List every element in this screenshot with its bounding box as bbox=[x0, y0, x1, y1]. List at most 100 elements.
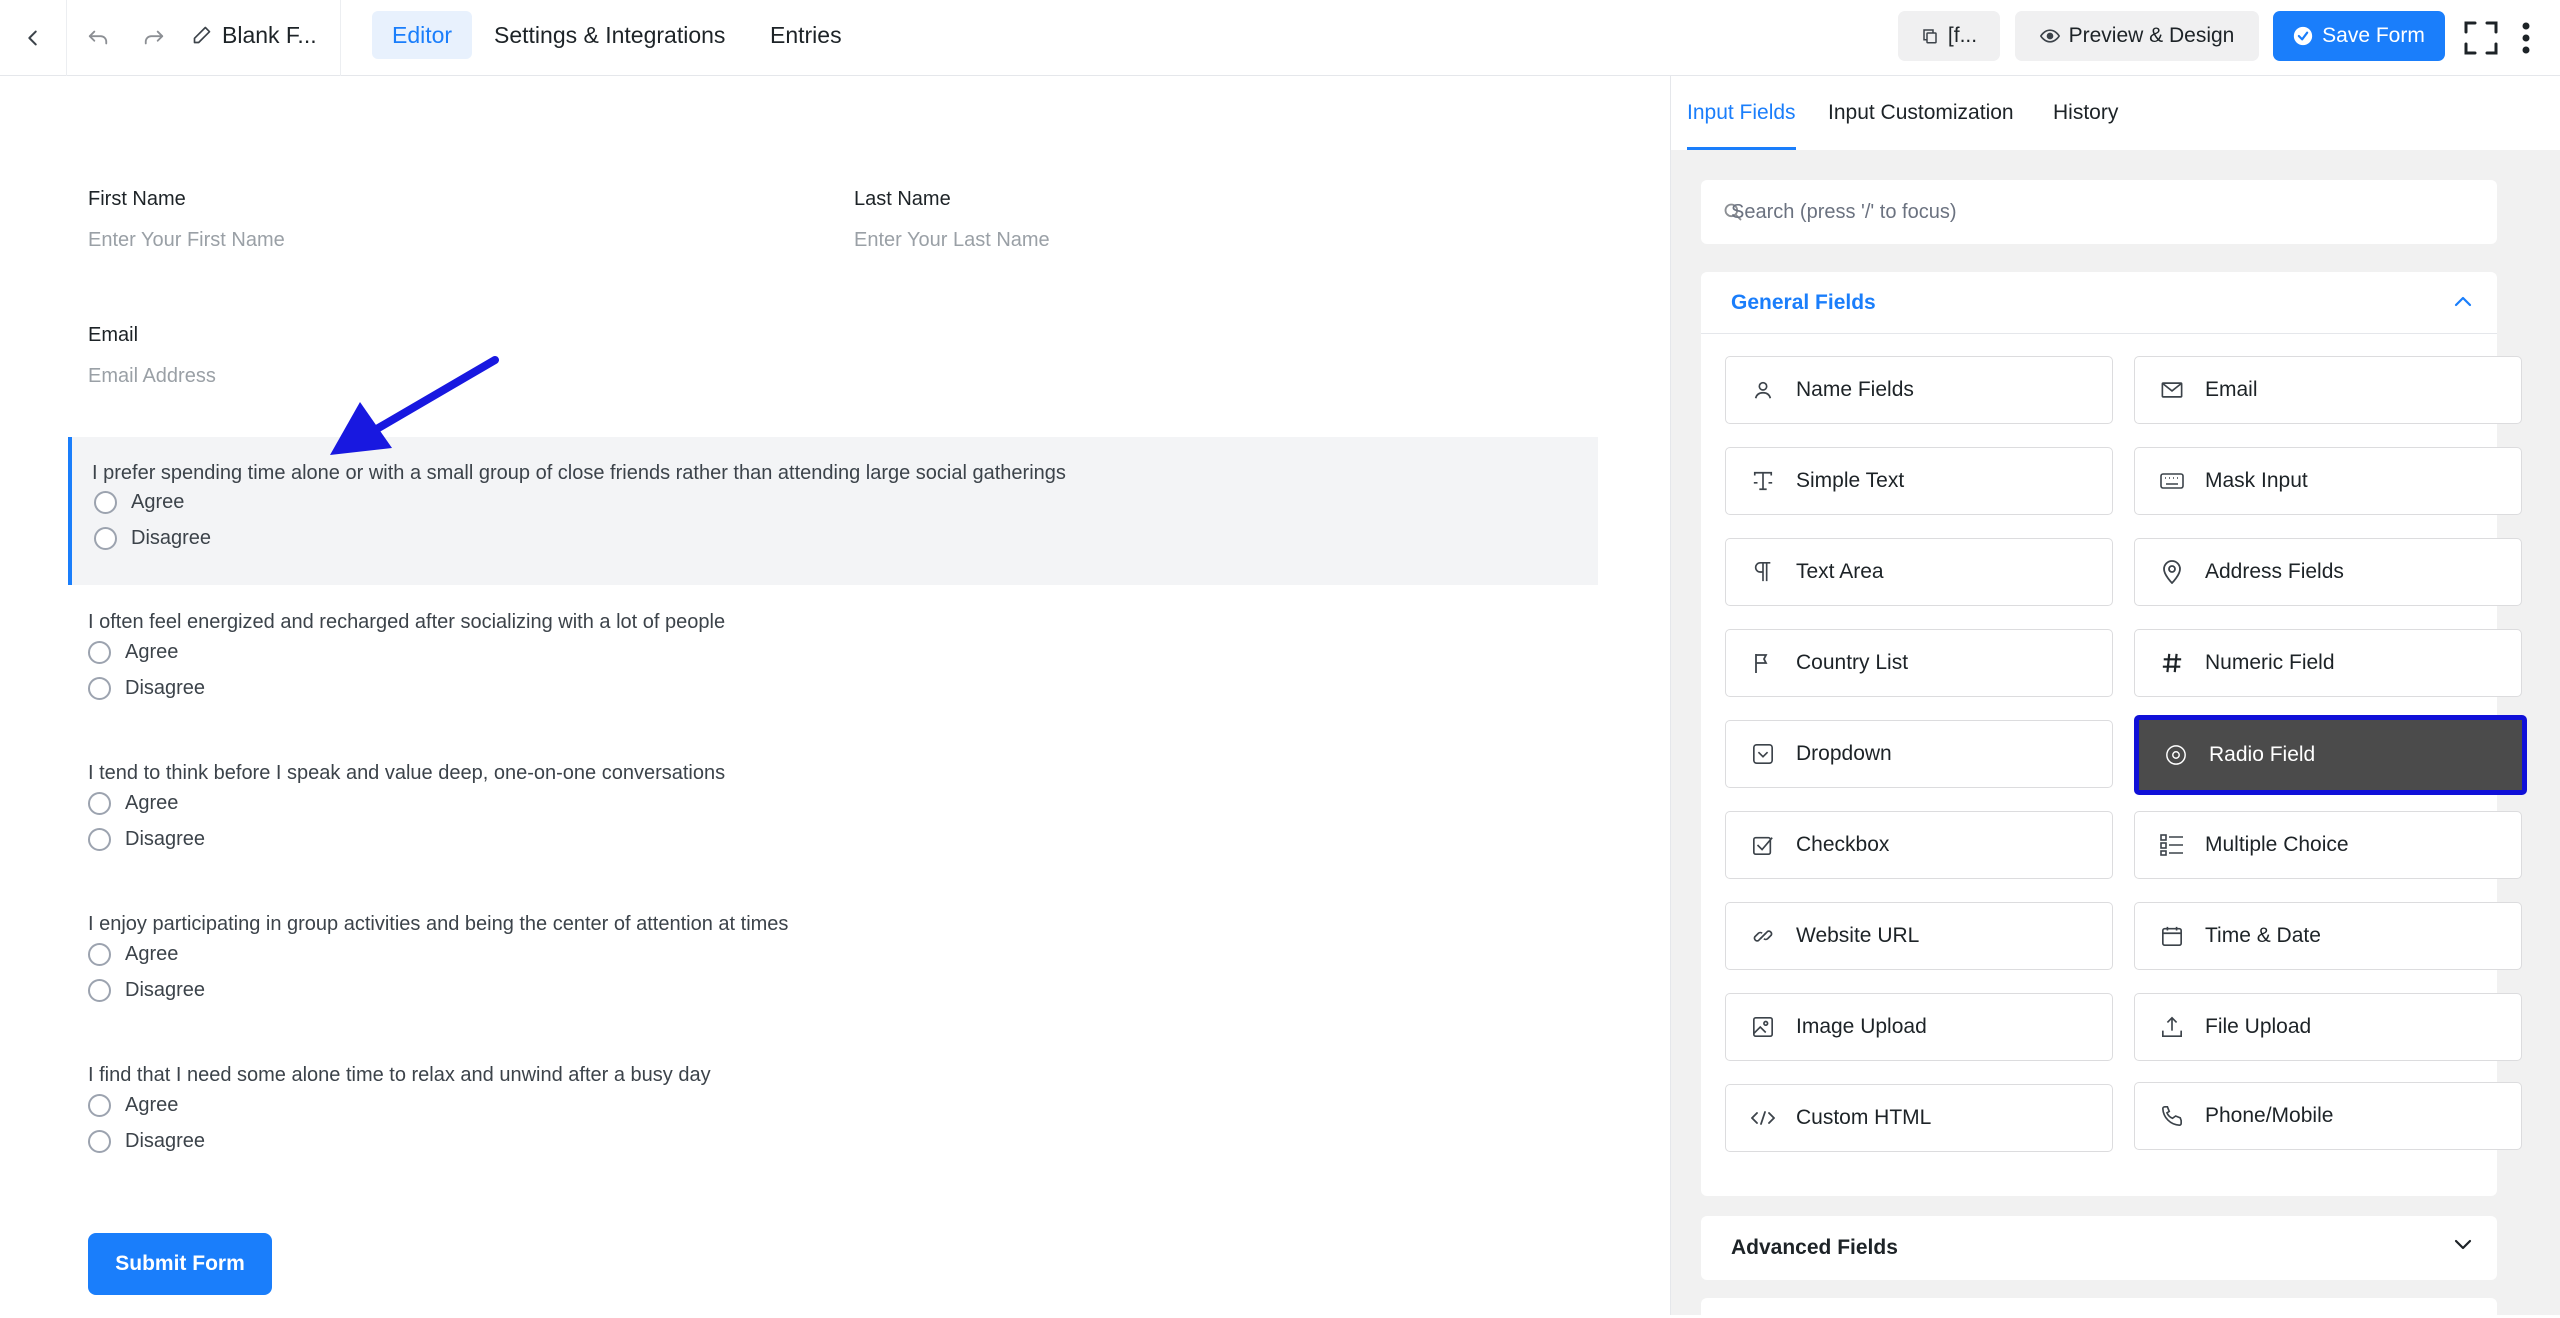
question-text: I prefer spending time alone or with a s… bbox=[92, 462, 1066, 484]
radio-circle bbox=[88, 943, 111, 966]
checkbox-icon bbox=[1753, 836, 1773, 855]
field-label: Country List bbox=[1796, 651, 1909, 674]
annotation-arrow-icon bbox=[330, 356, 499, 455]
question-block[interactable]: I enjoy participating in group activitie… bbox=[68, 913, 1598, 1033]
field-email-button[interactable]: Email bbox=[2134, 356, 2522, 424]
field-country-list-button[interactable]: Country List bbox=[1725, 629, 2113, 697]
divider bbox=[340, 0, 341, 76]
field-radio-field-button[interactable]: Radio Field bbox=[2134, 715, 2527, 795]
field-name-fields-button[interactable]: Name Fields bbox=[1725, 356, 2113, 424]
chevron-left-icon bbox=[28, 30, 37, 46]
question-block[interactable]: I often feel energized and recharged aft… bbox=[68, 611, 1598, 731]
chevron-down-icon bbox=[2454, 1239, 2472, 1250]
form-title[interactable]: Blank F... bbox=[192, 0, 317, 70]
envelope-icon bbox=[2161, 382, 2183, 398]
field-address-fields-button[interactable]: Address Fields bbox=[2134, 538, 2522, 606]
tab-history-label: History bbox=[2053, 101, 2119, 124]
field-phone-mobile-button[interactable]: Phone/Mobile bbox=[2134, 1082, 2522, 1150]
radio-option-agree[interactable]: Agree bbox=[94, 491, 184, 514]
redo-button[interactable] bbox=[128, 0, 180, 76]
tab-editor[interactable]: Editor bbox=[372, 11, 473, 59]
shortcode-button[interactable]: [f... bbox=[1898, 11, 2000, 61]
preview-design-button[interactable]: Preview & Design bbox=[2015, 11, 2259, 61]
field-label: Website URL bbox=[1796, 924, 1920, 947]
tab-input-customization[interactable]: Input Customization bbox=[1828, 76, 2014, 150]
tab-input-customization-label: Input Customization bbox=[1828, 101, 2014, 124]
radio-option-disagree[interactable]: Disagree bbox=[88, 677, 205, 700]
question-block-selected[interactable]: I prefer spending time alone or with a s… bbox=[68, 437, 1598, 585]
tab-entries-label: Entries bbox=[770, 21, 842, 48]
radio-option-agree[interactable]: Agree bbox=[88, 792, 178, 815]
field-label: File Upload bbox=[2205, 1015, 2312, 1038]
field-image-upload-button[interactable]: Image Upload bbox=[1725, 993, 2113, 1061]
question-block[interactable]: I find that I need some alone time to re… bbox=[68, 1064, 1598, 1184]
field-website-url-button[interactable]: Website URL bbox=[1725, 902, 2113, 970]
field-custom-html-button[interactable]: Custom HTML bbox=[1725, 1084, 2113, 1152]
fullscreen-icon bbox=[2464, 21, 2498, 55]
field-time-date-button[interactable]: Time & Date bbox=[2134, 902, 2522, 970]
advanced-fields-panel[interactable]: Advanced Fields bbox=[1701, 1216, 2497, 1280]
sidebar-tabs: Input Fields Input Customization History bbox=[1671, 76, 2560, 150]
field-file-upload-button[interactable]: File Upload bbox=[2134, 993, 2522, 1061]
question-text: I enjoy participating in group activitie… bbox=[88, 913, 789, 935]
field-text-area-button[interactable]: Text Area bbox=[1725, 538, 2113, 606]
field-checkbox-button[interactable]: Checkbox bbox=[1725, 811, 2113, 879]
tab-input-fields[interactable]: Input Fields bbox=[1687, 76, 1796, 150]
tab-history[interactable]: History bbox=[2053, 76, 2118, 150]
field-mask-input-button[interactable]: Mask Input bbox=[2134, 447, 2522, 515]
link-icon bbox=[1753, 930, 1773, 942]
radio-option-agree[interactable]: Agree bbox=[88, 641, 178, 664]
save-form-label: Save Form bbox=[2322, 24, 2425, 47]
top-bar: Blank F... Editor Settings & Integration… bbox=[0, 0, 2560, 76]
tab-entries[interactable]: Entries bbox=[750, 11, 862, 59]
back-button[interactable] bbox=[0, 0, 66, 76]
last-name-input[interactable]: Enter Your Last Name bbox=[854, 229, 1050, 252]
general-fields-title: General Fields bbox=[1731, 290, 1876, 314]
radio-option-disagree[interactable]: Disagree bbox=[94, 527, 211, 550]
question-block[interactable]: I tend to think before I speak and value… bbox=[68, 762, 1598, 882]
radio-circle bbox=[94, 491, 117, 514]
radio-option-label: Disagree bbox=[125, 828, 206, 850]
field-label: Email bbox=[2205, 378, 2258, 401]
email-input[interactable]: Email Address bbox=[88, 365, 216, 388]
radio-option-label: Agree bbox=[125, 943, 179, 965]
field-label: Checkbox bbox=[1796, 833, 1890, 856]
keyboard-icon bbox=[2160, 473, 2184, 489]
radio-circle bbox=[88, 792, 111, 815]
field-label: Phone/Mobile bbox=[2205, 1104, 2334, 1127]
more-options-button[interactable] bbox=[2510, 0, 2542, 76]
radio-option-disagree[interactable]: Disagree bbox=[88, 979, 205, 1002]
radio-option-agree[interactable]: Agree bbox=[88, 943, 178, 966]
submit-form-button[interactable]: Submit Form bbox=[88, 1233, 272, 1295]
undo-button[interactable] bbox=[72, 0, 124, 76]
general-fields-header[interactable]: General Fields bbox=[1701, 272, 2497, 334]
first-name-input[interactable]: Enter Your First Name bbox=[88, 229, 285, 252]
fullscreen-button[interactable] bbox=[2458, 0, 2504, 76]
field-label: Mask Input bbox=[2205, 469, 2308, 492]
radio-option-disagree[interactable]: Disagree bbox=[88, 1130, 205, 1153]
submit-form-label: Submit Form bbox=[115, 1252, 245, 1275]
radio-option-agree[interactable]: Agree bbox=[88, 1094, 178, 1117]
radio-option-label: Agree bbox=[125, 1094, 179, 1116]
save-form-button[interactable]: Save Form bbox=[2273, 11, 2445, 61]
tab-settings-integrations[interactable]: Settings & Integrations bbox=[474, 11, 745, 59]
sidebar: Input Fields Input Customization History… bbox=[1670, 76, 2560, 1318]
dropdown-icon bbox=[1753, 744, 1773, 764]
radio-option-label: Agree bbox=[131, 491, 185, 513]
field-simple-text-button[interactable]: Simple Text bbox=[1725, 447, 2113, 515]
paragraph-icon bbox=[1754, 562, 1771, 582]
field-numeric-field-button[interactable]: Numeric Field bbox=[2134, 629, 2522, 697]
divider bbox=[66, 0, 67, 76]
field-dropdown-button[interactable]: Dropdown bbox=[1725, 720, 2113, 788]
field-label: Numeric Field bbox=[2205, 651, 2335, 674]
field-label: Address Fields bbox=[2205, 560, 2344, 583]
field-multiple-choice-button[interactable]: Multiple Choice bbox=[2134, 811, 2522, 879]
search-input[interactable] bbox=[1701, 180, 2497, 244]
question-text: I find that I need some alone time to re… bbox=[88, 1064, 711, 1086]
radio-option-label: Disagree bbox=[125, 677, 206, 699]
radio-option-disagree[interactable]: Disagree bbox=[88, 828, 205, 851]
check-circle-icon bbox=[2293, 26, 2313, 46]
field-label: Multiple Choice bbox=[2205, 833, 2349, 856]
user-icon bbox=[1754, 381, 1772, 399]
first-name-label: First Name bbox=[88, 188, 186, 210]
